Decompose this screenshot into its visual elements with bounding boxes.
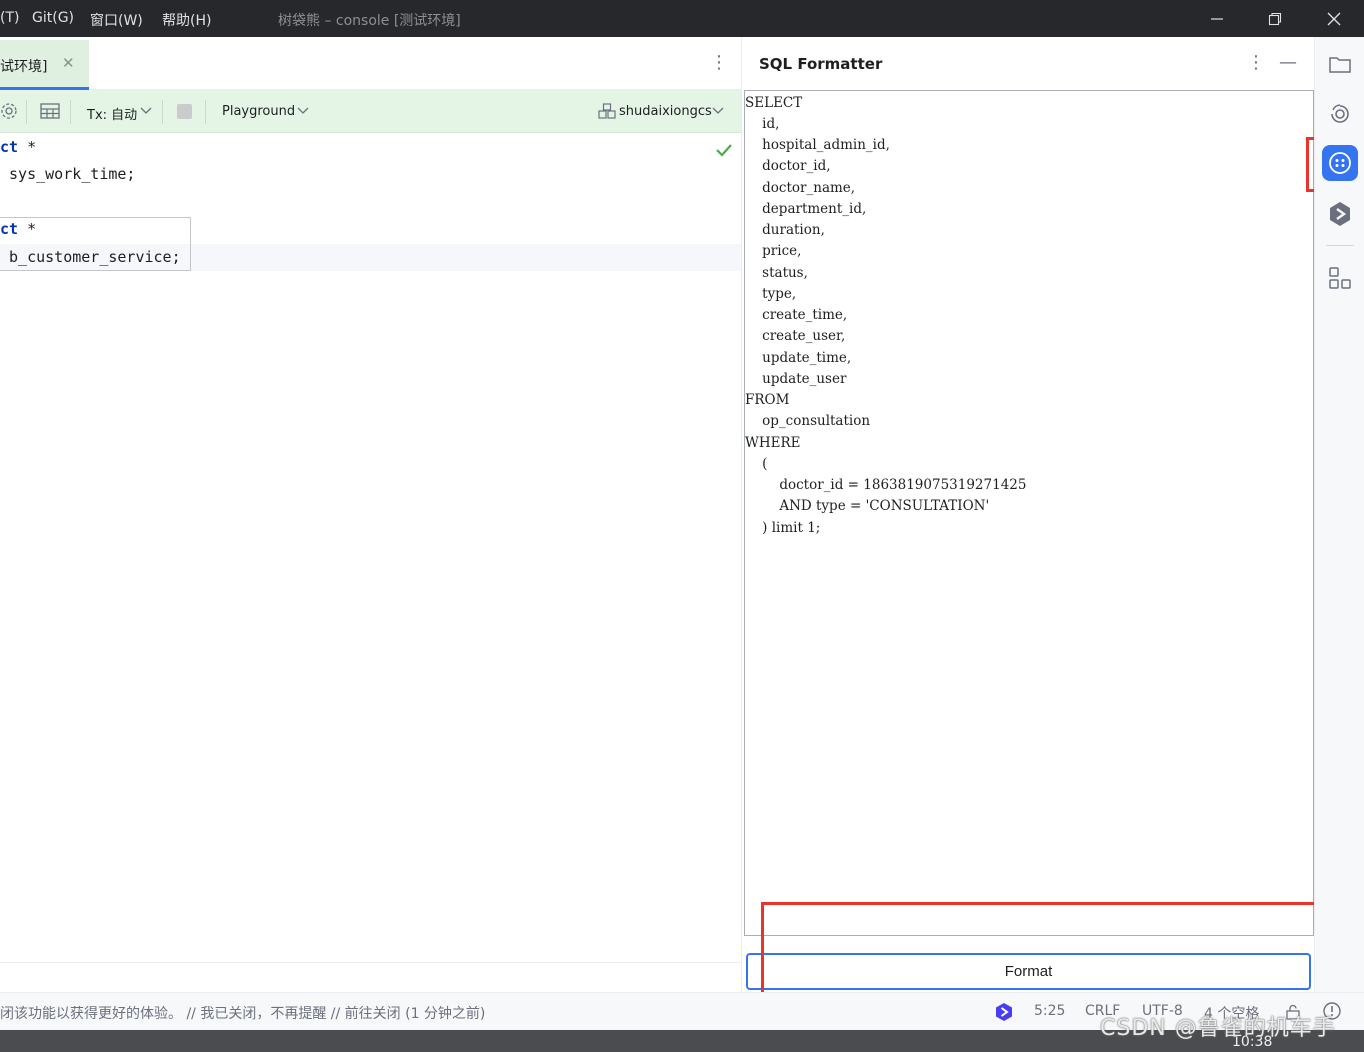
sql-output-line: update_user (745, 371, 847, 387)
restore-button[interactable] (1246, 0, 1304, 37)
sql-output-line: update_time, (745, 350, 852, 366)
more-options-icon[interactable]: ⋮ (710, 54, 728, 72)
formatted-sql-output[interactable]: SELECT id, hospital_admin_id, doctor_id,… (744, 90, 1314, 936)
sql-output-line: SELECT (745, 95, 803, 111)
sql-output-line: id, (745, 116, 780, 132)
stop-icon[interactable] (176, 103, 193, 120)
sql-output-line: op_consultation (745, 413, 871, 429)
settings-gear-icon[interactable] (0, 102, 18, 120)
tab-label: 试环境] (0, 59, 48, 75)
editor-bottom-strip (0, 962, 741, 992)
sql-output-line: type, (745, 286, 797, 302)
toolbar-divider (162, 100, 163, 124)
code-text: sys_work_time; (0, 165, 136, 183)
code-text: b_customer_service; (0, 248, 181, 266)
title-bar: (T) Git(G) 窗口(W) 帮助(H) 树袋熊 – console [测试… (0, 0, 1364, 37)
sql-output-line: ( (745, 456, 768, 472)
sql-output-line: doctor_name, (745, 180, 856, 196)
datasource-dropdown[interactable]: shudaixiongcs (619, 104, 712, 119)
code-line: ct * (0, 216, 36, 242)
playground-dropdown[interactable]: Playground (222, 104, 295, 119)
minimize-icon (1211, 17, 1223, 20)
chevron-down-icon[interactable] (297, 107, 309, 115)
sql-formatter-panel: SQL Formatter ⋮ — SELECT id, hospital_ad… (741, 37, 1314, 992)
code-text: * (18, 220, 37, 238)
editor-toolbar: Tx: 自动 Playground shudaixiongcs (0, 90, 741, 133)
menu-help[interactable]: 帮助(H) (162, 10, 211, 30)
toolbar-divider (70, 100, 71, 124)
close-icon (1327, 12, 1341, 25)
sql-output-line: doctor_id, (745, 158, 831, 174)
sql-output-line: status, (745, 265, 808, 281)
minimize-button[interactable] (1188, 0, 1246, 37)
plugin-tool-button[interactable] (1325, 199, 1355, 229)
code-text: * (18, 138, 37, 156)
sql-keyword: ct (0, 220, 19, 238)
sql-keyword: ct (0, 138, 19, 156)
chevron-down-icon[interactable] (712, 107, 724, 115)
status-notification[interactable]: 闭该功能以获得更好的体验。 // 我已关闭，不再提醒 // 前往关闭 (1 分钟… (0, 1003, 485, 1023)
tab-close-icon[interactable]: ✕ (62, 54, 75, 72)
sql-output-line: create_user, (745, 328, 846, 344)
menu-window[interactable]: 窗口(W) (90, 10, 143, 30)
check-icon (716, 144, 732, 157)
sql-output-line: FROM (745, 392, 790, 408)
sql-formatter-tool-button[interactable] (1322, 145, 1358, 181)
sql-output-line: ) limit 1; (745, 520, 821, 536)
datasource-icon (598, 103, 616, 119)
editor-area: 试环境] ✕ ⋮ Tx: 自动 Playground shudaixiongcs… (0, 37, 741, 992)
ai-assistant-tool-button[interactable] (1325, 98, 1355, 128)
menu-tools[interactable]: (T) (0, 10, 19, 26)
window-title: 树袋熊 – console [测试环境] (278, 13, 461, 29)
menu-git[interactable]: Git(G) (32, 10, 74, 26)
ai-assistant-icon (1331, 104, 1349, 123)
chevron-down-icon[interactable] (140, 107, 152, 115)
project-tool-button[interactable] (1325, 49, 1355, 79)
sql-formatter-icon (1329, 152, 1351, 174)
watermark: CSDN @鲁雀的机车手 (1100, 1016, 1336, 1041)
highlight-annotation-box (761, 902, 1328, 996)
toolbar-divider (26, 100, 27, 124)
sql-output-line: create_time, (745, 307, 848, 323)
toolbar-divider (205, 100, 206, 124)
structure-icon (1329, 267, 1351, 289)
hide-panel-button[interactable]: — (1279, 52, 1297, 73)
plugin-hex-icon (1330, 202, 1350, 226)
right-tool-stripe (1314, 37, 1364, 992)
sql-output-line: price, (745, 243, 802, 259)
stripe-divider (1326, 245, 1354, 246)
code-line: b_customer_service; (0, 244, 181, 270)
code-line: sys_work_time; (0, 161, 135, 187)
editor-tab-bar: 试环境] ✕ ⋮ (0, 37, 741, 90)
sql-output-line: doctor_id = 1863819075319271425 (745, 477, 1027, 493)
structure-tool-button[interactable] (1325, 263, 1355, 293)
sql-output-line: department_id, (745, 201, 867, 217)
caret-position[interactable]: 5:25 (1034, 1003, 1065, 1019)
code-line: ct * (0, 134, 36, 160)
sql-output-line: AND type = 'CONSULTATION' (745, 498, 990, 514)
sql-output-line: duration, (745, 222, 825, 238)
close-window-button[interactable] (1305, 0, 1363, 37)
restore-icon (1268, 12, 1282, 25)
panel-title: SQL Formatter (759, 55, 883, 73)
tab-console[interactable]: 试环境] ✕ (0, 40, 89, 90)
sql-output-line: WHERE (745, 435, 801, 451)
plugin-status-icon[interactable] (994, 1002, 1014, 1022)
folder-icon (1329, 57, 1351, 73)
transaction-mode-dropdown[interactable]: Tx: 自动 (87, 104, 137, 123)
panel-options-icon[interactable]: ⋮ (1247, 54, 1265, 72)
table-view-icon[interactable] (40, 103, 60, 119)
sql-output-line: hospital_admin_id, (745, 137, 890, 153)
